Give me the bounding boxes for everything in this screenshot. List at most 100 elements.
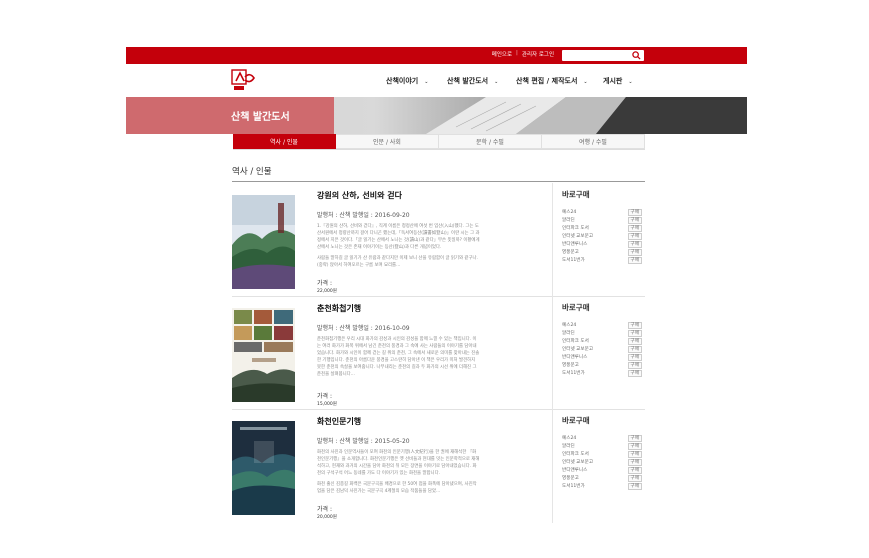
store-name: 반디앤루니스 [562, 242, 588, 247]
top-bar: 메인으로 | 관리자 로그인 [126, 47, 747, 64]
book-description: 1.『강원의 산하, 선비와 걷다』, 직계 이름은 청정산에 여섯 번 입산(… [317, 223, 480, 273]
book-description-paragraph: 1.『강원의 산하, 선비와 걷다』, 직계 이름은 청정산에 여섯 번 입산(… [317, 224, 480, 250]
buy-button[interactable]: 구매 [627, 208, 642, 216]
nav-item-story[interactable]: 산책이야기 ⌄ [386, 76, 428, 86]
buy-button[interactable]: 구매 [627, 361, 642, 369]
home-link[interactable]: 메인으로 [492, 50, 512, 58]
chevron-down-icon: ⌄ [628, 79, 633, 85]
buy-button[interactable]: 구매 [627, 256, 642, 264]
store-row: 알라딘 구매 [562, 329, 642, 337]
buy-button[interactable]: 구매 [627, 224, 642, 232]
top-link-separator: | [516, 50, 518, 56]
book-price-label: 가격 : [317, 393, 332, 400]
column-divider [552, 183, 553, 297]
nav-label: 산책 발간도서 [447, 77, 489, 85]
book-publish-info: 발행처 : 산책 발행일 : 2016-10-09 [317, 325, 410, 332]
store-name: 반디앤루니스 [562, 468, 588, 473]
book-description-paragraph: 사람들 말하길 글 읽기가 산 유람과 같다지만 이제 보니 산을 유람함이 글… [317, 256, 478, 268]
buy-button[interactable]: 구매 [627, 466, 642, 474]
search-box[interactable] [562, 50, 644, 61]
store-row: 인터파크 도서 구매 [562, 337, 642, 345]
store-row: 도서11번가 구매 [562, 369, 642, 377]
store-row: 알라딘 구매 [562, 216, 642, 224]
buy-button[interactable]: 구매 [627, 216, 642, 224]
nav-item-edited[interactable]: 산책 편집 / 제작도서 ⌄ [516, 76, 588, 86]
book-cover-image [232, 195, 295, 289]
book-cover[interactable] [232, 195, 295, 289]
site-logo[interactable] [230, 68, 256, 92]
header: 산책이야기 ⌄ 산책 발간도서 ⌄ 산책 편집 / 제작도서 ⌄ 게시판 ⌄ [126, 64, 747, 97]
store-row: 영풍문고 구매 [562, 361, 642, 369]
tab-travel[interactable]: 여행 / 수필 [542, 134, 645, 149]
store-name: 영풍문고 [562, 363, 579, 368]
top-links: 메인으로 | 관리자 로그인 [492, 50, 554, 58]
buy-panel: 바로구매 예스24 구매 알라딘 구매 인터파크 도서 구매 인터넷 교보문고 구매 반… [562, 415, 642, 490]
chevron-down-icon: ⌄ [494, 79, 499, 85]
book-title[interactable]: 화천인문기행 [317, 416, 361, 427]
store-name: 도서11번가 [562, 484, 585, 489]
store-name: 알라딘 [562, 218, 575, 223]
store-name: 반디앤루니스 [562, 355, 588, 360]
nav-label: 게시판 [603, 77, 623, 85]
buy-button[interactable]: 구매 [627, 458, 642, 466]
buy-title: 바로구매 [562, 416, 590, 425]
book-title[interactable]: 강원의 산하, 선비와 걷다 [317, 190, 402, 201]
nav-item-board[interactable]: 게시판 ⌄ [603, 76, 633, 86]
buy-button[interactable]: 구매 [627, 353, 642, 361]
store-name: 예스24 [562, 210, 577, 215]
store-row: 반디앤루니스 구매 [562, 466, 642, 474]
buy-button[interactable]: 구매 [627, 337, 642, 345]
buy-button[interactable]: 구매 [627, 474, 642, 482]
store-name: 도서11번가 [562, 258, 585, 263]
book-price: 22,000원 [317, 289, 337, 294]
store-row: 인터파크 도서 구매 [562, 450, 642, 458]
book-title[interactable]: 춘천화첩기행 [317, 303, 361, 314]
book-description-paragraph: 화천 출신 김종길 화백은 국문구곡을 배경으로 한 50여 점을 화폭에 담아… [317, 482, 477, 494]
store-name: 예스24 [562, 436, 577, 441]
book-cover[interactable] [232, 308, 295, 402]
tab-history[interactable]: 역사 / 인물 [233, 134, 336, 149]
chevron-down-icon: ⌄ [424, 79, 429, 85]
book-price-label: 가격 : [317, 506, 332, 513]
buy-button[interactable]: 구매 [627, 321, 642, 329]
buy-button[interactable]: 구매 [627, 329, 642, 337]
buy-button[interactable]: 구매 [627, 450, 642, 458]
store-row: 도서11번가 구매 [562, 482, 642, 490]
store-name: 인터넷 교보문고 [562, 234, 594, 239]
book-description: 화천의 사진과 인문역사들이 모여 화천의 인문기행(人文紀行)을 한 권에 재… [317, 449, 480, 499]
buy-title: 바로구매 [562, 190, 590, 199]
buy-button[interactable]: 구매 [627, 442, 642, 450]
store-row: 반디앤루니스 구매 [562, 240, 642, 248]
chevron-down-icon: ⌄ [583, 79, 588, 85]
book-item: 춘천화첩기행 발행처 : 산책 발행일 : 2016-10-09 춘천화첩기행은… [232, 296, 645, 410]
nav-item-published[interactable]: 산책 발간도서 ⌄ [447, 76, 498, 86]
search-icon[interactable] [632, 51, 641, 60]
store-row: 영풍문고 구매 [562, 248, 642, 256]
logo-mark-icon [231, 69, 255, 90]
buy-button[interactable]: 구매 [627, 482, 642, 490]
tab-literature[interactable]: 문학 / 수필 [439, 134, 542, 149]
store-row: 예스24 구매 [562, 321, 642, 329]
store-name: 알라딘 [562, 444, 575, 449]
buy-button[interactable]: 구매 [627, 369, 642, 377]
book-price: 15,000원 [317, 402, 337, 407]
buy-button[interactable]: 구매 [627, 240, 642, 248]
buy-button[interactable]: 구매 [627, 232, 642, 240]
admin-login-link[interactable]: 관리자 로그인 [522, 50, 554, 58]
nav-label: 산책 편집 / 제작도서 [516, 77, 578, 85]
buy-button[interactable]: 구매 [627, 345, 642, 353]
store-name: 예스24 [562, 323, 577, 328]
hero-title-box [126, 97, 334, 134]
store-name: 인터파크 도서 [562, 452, 589, 457]
book-publish-info: 발행처 : 산책 발행일 : 2016-09-20 [317, 212, 410, 219]
tab-humanities[interactable]: 인문 / 사회 [336, 134, 439, 149]
store-name: 인터넷 교보문고 [562, 460, 594, 465]
hero-banner: 산책 발간도서 [126, 97, 747, 134]
buy-button[interactable]: 구매 [627, 248, 642, 256]
store-row: 인터넷 교보문고 구매 [562, 345, 642, 353]
store-row: 예스24 구매 [562, 434, 642, 442]
buy-button[interactable]: 구매 [627, 434, 642, 442]
book-cover[interactable] [232, 421, 295, 515]
buy-panel: 바로구매 예스24 구매 알라딘 구매 인터파크 도서 구매 인터넷 교보문고 구매 반… [562, 189, 642, 264]
store-row: 인터파크 도서 구매 [562, 224, 642, 232]
